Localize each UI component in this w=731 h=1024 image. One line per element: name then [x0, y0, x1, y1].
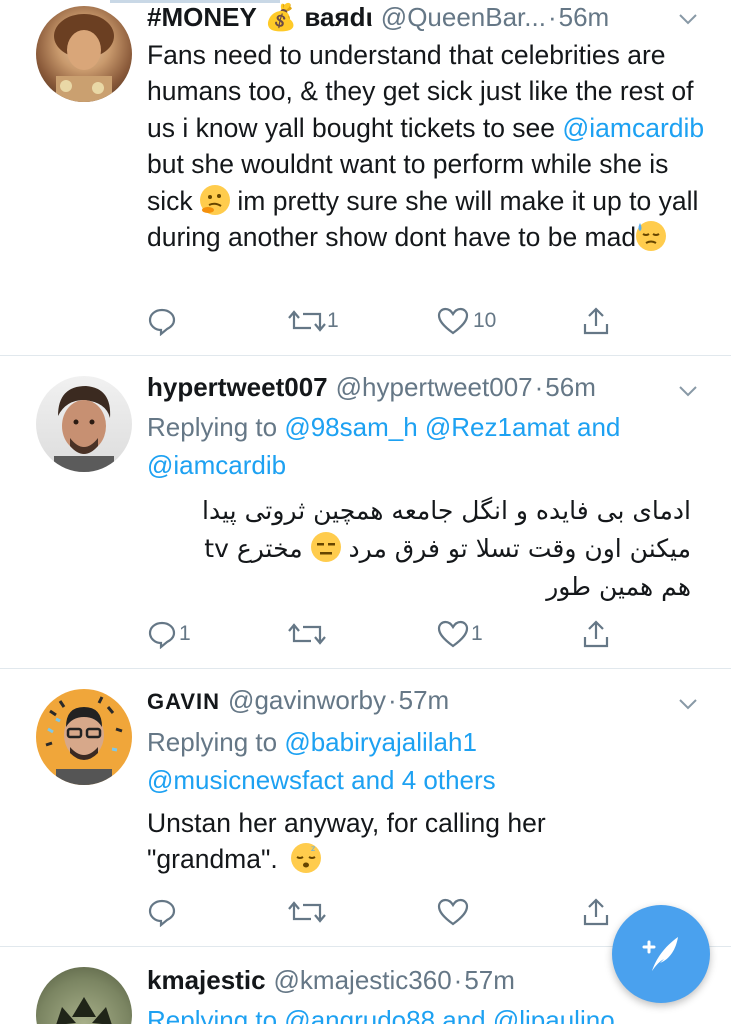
sleeping-face-emoji: z	[291, 843, 322, 874]
like-button[interactable]: 10	[437, 306, 496, 336]
timestamp[interactable]: 57m	[399, 683, 450, 717]
mention-link[interactable]: @iamcardib	[562, 113, 704, 143]
tweet-text-line: هم همین طور	[546, 572, 691, 601]
retweet-button[interactable]: 1	[287, 306, 339, 336]
like-button[interactable]	[437, 897, 469, 927]
compose-tweet-icon	[642, 937, 678, 971]
tweet-actions: 1 10	[147, 306, 617, 340]
like-count: 10	[473, 309, 497, 332]
chevron-down-icon[interactable]	[677, 380, 699, 402]
retweet-icon	[288, 623, 326, 645]
reply-button[interactable]: 1	[147, 619, 191, 649]
tweet-text: ادمای بی فایده و انگل جامعه همچین ثروتی …	[147, 492, 707, 606]
separator-dot: ·	[547, 2, 557, 32]
avatar[interactable]	[36, 967, 132, 1024]
avatar[interactable]	[36, 6, 132, 102]
timestamp[interactable]: 56m	[545, 370, 596, 404]
tweet-actions: 1 1	[147, 619, 617, 653]
heart-icon	[437, 307, 469, 335]
share-button[interactable]	[581, 306, 611, 336]
tweet-text-part: مخترع tv	[204, 534, 303, 563]
reply-icon	[148, 308, 176, 336]
tweet-text-line: میکنن اون وقت تسلا تو فرق مرد مخترع tv	[147, 530, 691, 568]
tweet-header: #MONEY 💰 ваяdι @QueenBar... · 56m	[147, 0, 707, 34]
retweet-icon	[288, 901, 326, 923]
reply-button[interactable]	[147, 306, 177, 336]
like-button[interactable]: 1	[437, 619, 483, 649]
replying-to-label: Replying to	[147, 727, 278, 757]
separator-dot: ·	[387, 685, 397, 715]
handle[interactable]: @kmajestic360	[274, 963, 452, 997]
heart-icon	[437, 620, 469, 648]
tweet-actions	[147, 897, 617, 931]
avatar[interactable]	[36, 376, 132, 472]
replying-to-others[interactable]: @musicnewsfact and 4 others	[147, 761, 707, 799]
timestamp[interactable]: 57m	[464, 963, 515, 997]
replying-to: Replying to @babiryajalilah1 @musicnewsf…	[147, 723, 707, 799]
display-name[interactable]: hypertweet007	[147, 370, 328, 404]
tweet[interactable]: hypertweet007 @hypertweet007 · 56m Reply…	[0, 356, 731, 669]
avatar[interactable]	[36, 689, 132, 785]
replying-to-mention[interactable]: @babiryajalilah1	[284, 727, 477, 757]
tweet[interactable]: GAVIN @gavinworby · 57m Replying to @bab…	[0, 669, 731, 947]
reply-icon	[148, 621, 176, 649]
timestamp[interactable]: 56m	[559, 0, 610, 34]
expressionless-face-emoji	[310, 532, 341, 562]
replying-to: Replying to @angrudo88 and @lipaulino	[147, 1001, 707, 1024]
retweet-button[interactable]	[287, 619, 327, 649]
tweet-text: Fans need to understand that celebrities…	[147, 37, 707, 255]
tweet-text-line: ادمای بی فایده و انگل جامعه همچین ثروتی …	[202, 496, 691, 525]
share-icon	[583, 898, 609, 926]
separator-dot: ·	[453, 965, 463, 995]
downcast-sweat-face-emoji	[636, 221, 667, 252]
retweet-icon	[288, 310, 326, 332]
replying-to-label: Replying to	[147, 412, 278, 442]
reply-icon	[148, 899, 176, 927]
tweet[interactable]: #MONEY 💰 ваяdι @QueenBar... · 56m Fans n…	[0, 0, 731, 356]
display-name[interactable]: kmajestic	[147, 963, 266, 997]
heart-icon	[437, 898, 469, 926]
display-name[interactable]: #MONEY	[147, 0, 257, 34]
replying-to: Replying to @98sam_h @Rez1amat and @iamc…	[147, 408, 707, 484]
share-button[interactable]	[581, 619, 611, 649]
retweet-count: 1	[327, 309, 339, 332]
tweet-text-part: میکنن اون وقت تسلا تو فرق مرد	[348, 534, 691, 563]
tweet-header: GAVIN @gavinworby · 57m	[147, 683, 707, 719]
share-button[interactable]	[581, 897, 611, 927]
reply-count: 1	[179, 622, 191, 645]
tweet-text: Unstan her anyway, for calling her "gran…	[147, 805, 617, 878]
chevron-down-icon[interactable]	[677, 693, 699, 715]
name-badge: 💰 ваяdι	[264, 2, 373, 32]
retweet-button[interactable]	[287, 897, 327, 927]
share-icon	[583, 620, 609, 648]
replying-to-partial[interactable]: Replying to @angrudo88 and @lipaulino	[147, 1005, 615, 1024]
svg-text:z: z	[311, 844, 315, 853]
reply-button[interactable]	[147, 897, 177, 927]
handle[interactable]: @hypertweet007	[336, 370, 533, 404]
handle[interactable]: @QueenBar...	[381, 0, 546, 34]
thinking-face-emoji	[200, 184, 231, 215]
tweet-header: hypertweet007 @hypertweet007 · 56m	[147, 370, 707, 404]
like-count: 1	[471, 622, 483, 645]
tweet-text-part: Unstan her anyway, for calling her "gran…	[147, 808, 546, 875]
compose-tweet-button[interactable]	[612, 905, 710, 1003]
handle[interactable]: @gavinworby	[228, 683, 386, 717]
separator-dot: ·	[534, 372, 544, 402]
chevron-down-icon[interactable]	[677, 8, 699, 30]
display-name[interactable]: GAVIN	[147, 685, 220, 719]
share-icon	[583, 307, 609, 335]
